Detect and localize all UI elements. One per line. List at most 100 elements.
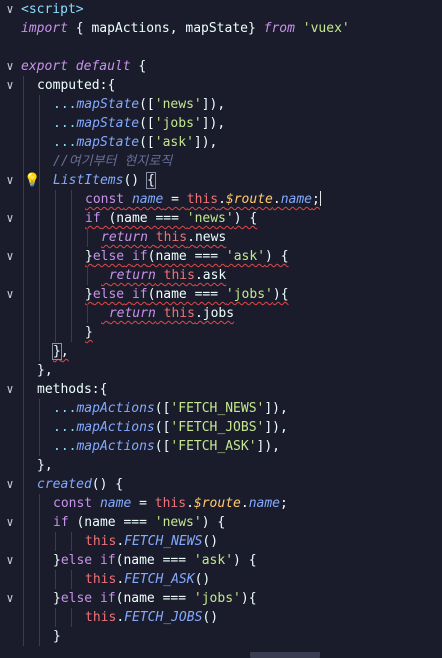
code-line[interactable]: this.FETCH_ASK()	[0, 570, 442, 589]
code-token: this	[154, 496, 187, 511]
code-line[interactable]: }	[0, 627, 442, 646]
horizontal-scrollbar[interactable]	[250, 652, 320, 658]
chevron-down-icon[interactable]: ∨	[3, 475, 17, 494]
chevron-down-icon[interactable]: ∨	[3, 513, 17, 532]
code-line[interactable]: },	[0, 342, 442, 361]
code-line[interactable]: const name = this.$route.name;	[0, 190, 442, 209]
code-line[interactable]: ∨}else if(name === 'jobs'){	[0, 285, 442, 304]
indent-guide	[23, 266, 24, 285]
chevron-down-icon[interactable]: ∨	[3, 247, 17, 266]
code-token: if	[99, 553, 116, 568]
code-editor[interactable]: ∨ <script> import { mapActions, mapState} …	[0, 0, 442, 658]
chevron-down-icon[interactable]: ∨	[3, 0, 17, 19]
indent-guide	[39, 608, 40, 627]
code-line[interactable]: this.FETCH_NEWS()	[0, 532, 442, 551]
code-line[interactable]: ...mapState(['news']),	[0, 95, 442, 114]
indent-guide	[71, 570, 72, 589]
code-line[interactable]: return this.news	[0, 228, 442, 247]
indent-guide	[55, 209, 56, 228]
code-line[interactable]: ...mapActions(['FETCH_NEWS']),	[0, 399, 442, 418]
code-token: if	[131, 287, 148, 302]
code-text: import { mapActions, mapState} from 'vue…	[21, 19, 350, 38]
indent-guide	[71, 285, 72, 304]
code-token: 'ask'	[154, 135, 194, 150]
code-line[interactable]: ∨ <script>	[0, 0, 442, 19]
code-line[interactable]: },	[0, 456, 442, 475]
indent-guide	[23, 456, 24, 475]
code-token: =	[163, 192, 187, 207]
code-token: (name ===	[68, 515, 155, 530]
code-token: return	[108, 268, 156, 283]
code-token: },	[37, 363, 53, 378]
code-token: this	[163, 306, 195, 321]
code-token: (name ===	[147, 249, 226, 264]
chevron-down-icon[interactable]: ∨	[3, 76, 17, 95]
code-token: else	[92, 287, 125, 302]
code-line[interactable]: ∨}else if(name === 'ask') {	[0, 247, 442, 266]
code-line[interactable]: ...mapState(['jobs']),	[0, 114, 442, 133]
code-token: =	[131, 496, 155, 511]
code-token: ,	[60, 344, 69, 359]
code-text: this.FETCH_JOBS()	[85, 608, 218, 627]
code-token: ()	[202, 534, 219, 549]
code-line[interactable]: ∨ if (name === 'news') {	[0, 209, 442, 228]
code-line[interactable]: ∨ created() {	[0, 475, 442, 494]
indent-guide	[55, 608, 56, 627]
chevron-down-icon[interactable]: ∨	[3, 209, 17, 228]
code-line[interactable]: ∨ computed:{	[0, 76, 442, 95]
code-line[interactable]: ∨}else if(name === 'jobs'){	[0, 589, 442, 608]
chevron-down-icon[interactable]: ∨	[3, 171, 17, 190]
indent-guide	[71, 608, 72, 627]
code-token: this	[85, 572, 117, 587]
code-line[interactable]: ∨ 💡 ListItems() {	[0, 171, 442, 190]
code-text: //여기부터 현지로직	[53, 152, 172, 171]
code-token: ]),	[193, 135, 218, 150]
code-line[interactable]: ...mapActions(['FETCH_ASK']),	[0, 437, 442, 456]
code-token: if	[53, 515, 69, 530]
code-token: mapActions	[76, 401, 155, 416]
code-line[interactable]: const name = this.$route.name;	[0, 494, 442, 513]
code-token: ([	[139, 97, 155, 112]
code-line[interactable]: ...mapState(['ask']),	[0, 133, 442, 152]
code-line[interactable]: ∨ if (name === 'news') {	[0, 513, 442, 532]
chevron-down-icon[interactable]: ∨	[3, 380, 17, 399]
indent-guide	[55, 532, 56, 551]
lightbulb-icon[interactable]: 💡	[24, 171, 40, 190]
code-line[interactable]: }	[0, 323, 442, 342]
code-token: computed:{	[37, 78, 116, 93]
code-token: ]),	[201, 116, 226, 131]
code-line[interactable]: //여기부터 현지로직	[0, 152, 442, 171]
code-line[interactable]: ∨ methods:{	[0, 380, 442, 399]
code-text: },	[52, 342, 69, 361]
code-line[interactable]: this.FETCH_JOBS()	[0, 608, 442, 627]
code-token: .	[218, 192, 226, 207]
code-token: return	[101, 230, 148, 245]
code-token: }	[53, 553, 61, 568]
code-text: ...mapActions(['FETCH_ASK']),	[53, 437, 280, 456]
chevron-down-icon[interactable]: ∨	[3, 589, 17, 608]
code-line[interactable]: },	[0, 361, 442, 380]
chevron-down-icon[interactable]: ∨	[3, 551, 17, 570]
code-token: 'jobs'	[193, 591, 241, 606]
code-token: ...	[53, 116, 77, 131]
chevron-down-icon[interactable]: ∨	[3, 285, 17, 304]
code-line[interactable]: ∨}else if(name === 'ask') {	[0, 551, 442, 570]
code-line[interactable]: ...mapActions(['FETCH_JOBS']),	[0, 418, 442, 437]
code-line[interactable]: return this.ask	[0, 266, 442, 285]
indent-guide	[23, 627, 24, 646]
code-text: if (name === 'news') {	[85, 209, 257, 228]
indent-guide	[23, 342, 24, 361]
indent-guide	[71, 247, 72, 266]
code-line[interactable]	[0, 38, 442, 57]
code-token: ...	[53, 401, 77, 416]
code-line[interactable]: import { mapActions, mapState} from 'vue…	[0, 19, 442, 38]
code-line[interactable]: ∨ export default {	[0, 57, 442, 76]
code-token: const	[53, 496, 93, 511]
indent-guide	[39, 266, 40, 285]
code-token: ([	[154, 401, 171, 416]
chevron-down-icon[interactable]: ∨	[3, 57, 17, 76]
code-line[interactable]: return this.jobs	[0, 304, 442, 323]
